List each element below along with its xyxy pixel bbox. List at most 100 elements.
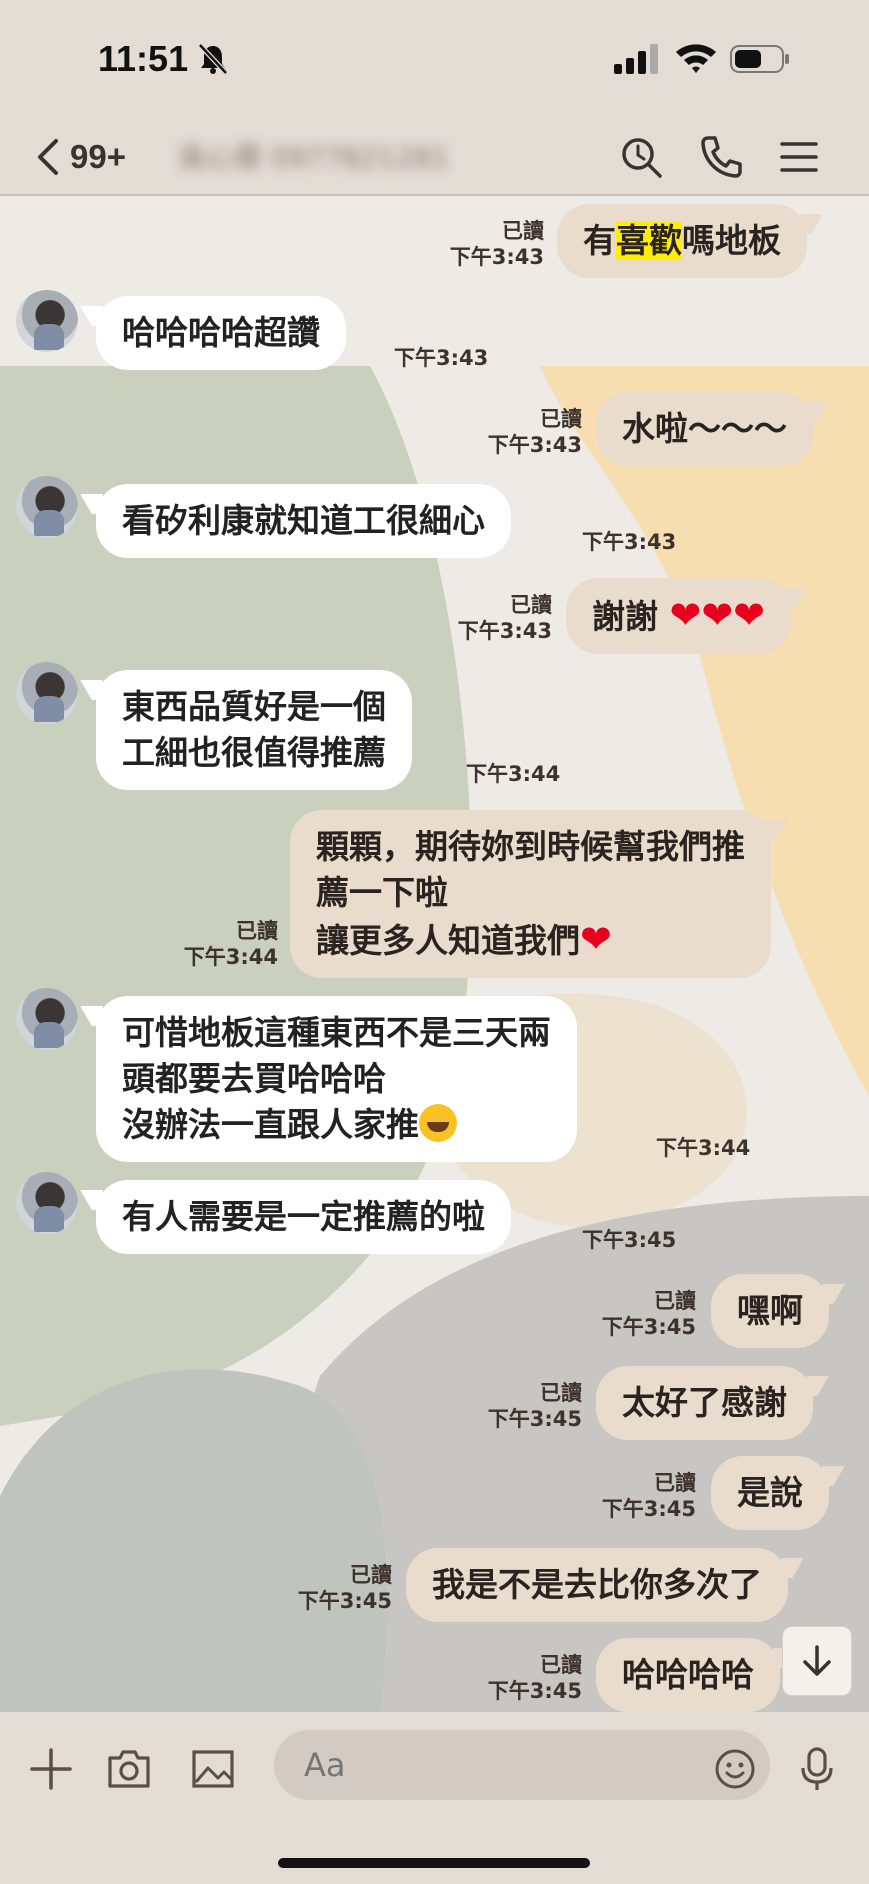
message-bubble-out[interactable]: 有喜歡嗎地板 [557,204,807,278]
read-receipt: 已讀 [540,407,582,431]
read-receipt: 已讀 [350,1563,392,1587]
message-text: 哈哈哈哈超讚 [122,313,320,352]
chat-area[interactable]: 已讀 下午3:43 有喜歡嗎地板 哈哈哈哈超讚 下午3:43 已讀 下午3:43… [0,196,869,1712]
signal-icon [614,44,658,74]
rofl-emoji-icon [419,1104,457,1142]
message-bubble-out[interactable]: 我是不是去比你多次了 [406,1548,788,1622]
avatar[interactable] [16,662,78,724]
read-receipt: 已讀 [654,1471,696,1495]
message-text: 水啦～～～ [622,409,787,448]
message-meta: 已讀 下午3:45 [278,1562,392,1614]
read-receipt: 已讀 [502,219,544,243]
read-receipt: 已讀 [540,1381,582,1405]
message-text: 太好了感謝 [622,1383,787,1422]
camera-icon[interactable] [104,1744,154,1794]
message-bubble-out[interactable]: 謝謝 ❤❤❤ [566,578,792,654]
read-receipt: 已讀 [654,1289,696,1313]
message-text: 嘿啊 [737,1291,803,1330]
message-bubble-out[interactable]: 嘿啊 [711,1274,829,1348]
heart-emoji-icon: ❤❤❤ [669,593,766,637]
read-receipt: 已讀 [510,593,552,617]
unread-count: 99+ [70,138,126,175]
message-time: 下午3:43 [394,346,489,370]
message-bubble-in[interactable]: 有人需要是一定推薦的啦 [96,1180,511,1254]
message-meta: 已讀 下午3:44 [164,918,278,970]
message-bubble-out[interactable]: 哈哈哈哈 [596,1638,780,1712]
message-meta: 已讀 下午3:45 [582,1470,696,1522]
message-meta: 已讀 下午3:43 [468,406,582,458]
avatar[interactable] [16,476,78,538]
arrow-down-icon [803,1645,831,1676]
message-bubble-in[interactable]: 看矽利康就知道工很細心 [96,484,511,558]
read-receipt: 已讀 [236,919,278,943]
message-text: 讓更多人知道我們 [316,921,580,960]
message-text: 有 [583,221,616,260]
chat-header: 99+ 吳心蓉 0977821281 [0,118,869,196]
message-time: 下午3:44 [656,1136,751,1160]
message-meta: 已讀 下午3:45 [582,1288,696,1340]
avatar[interactable] [16,988,78,1050]
search-icon[interactable] [616,132,666,182]
menu-icon[interactable] [774,132,824,182]
image-icon[interactable] [188,1744,238,1794]
bell-off-icon [198,43,228,75]
message-time: 下午3:45 [487,1407,582,1431]
message-text: 謝謝 [592,597,658,636]
message-text: 工細也很值得推薦 [122,733,386,772]
microphone-icon[interactable] [792,1744,842,1794]
message-time: 下午3:43 [449,245,544,269]
message-meta: 已讀 下午3:45 [468,1652,582,1704]
highlight-text: 喜歡 [616,221,682,260]
message-time: 下午3:43 [582,530,677,554]
status-bar: 11:51 [0,0,869,118]
battery-icon [730,45,789,73]
contact-name[interactable]: 吳心蓉 0977821281 [178,136,498,176]
chevron-left-icon [38,139,58,175]
message-text: 頭都要去買哈哈哈 [122,1059,386,1098]
message-text: 哈哈哈哈 [622,1655,754,1694]
message-text: 薦一下啦 [316,873,448,912]
message-bubble-out[interactable]: 太好了感謝 [596,1366,813,1440]
message-time: 下午3:44 [466,762,561,786]
back-button[interactable]: 99+ [34,134,154,180]
message-meta: 已讀 下午3:45 [468,1380,582,1432]
message-time: 下午3:43 [487,433,582,457]
message-bubble-out[interactable]: 水啦～～～ [596,392,813,466]
message-text: 看矽利康就知道工很細心 [122,501,485,540]
message-time: 下午3:44 [183,945,278,969]
message-text: 我是不是去比你多次了 [432,1565,762,1604]
message-text: 是說 [737,1473,803,1512]
message-time: 下午3:45 [601,1497,696,1521]
message-text: 嗎地板 [682,221,781,260]
message-text: 顆顆，期待妳到時候幫我們推 [316,827,745,866]
message-text: 東西品質好是一個 [122,687,386,726]
phone-icon[interactable] [696,132,746,182]
message-time: 下午3:45 [297,1589,392,1613]
message-bubble-out[interactable]: 是說 [711,1456,829,1530]
message-text: 有人需要是一定推薦的啦 [122,1197,485,1236]
home-indicator [278,1858,590,1868]
message-bubble-in[interactable]: 哈哈哈哈超讚 [96,296,346,370]
message-time: 下午3:45 [582,1228,677,1252]
plus-icon[interactable] [26,1744,76,1794]
message-bubble-out[interactable]: 顆顆，期待妳到時候幫我們推 薦一下啦 讓更多人知道我們❤ [290,810,771,978]
status-time: 11:51 [98,38,189,79]
message-text: 沒辦法一直跟人家推 [122,1105,419,1144]
avatar[interactable] [16,290,78,352]
message-time: 下午3:45 [601,1315,696,1339]
read-receipt: 已讀 [540,1653,582,1677]
message-meta: 已讀 下午3:43 [430,218,544,270]
message-meta: 已讀 下午3:43 [438,592,552,644]
message-input[interactable] [274,1730,770,1800]
message-text: 可惜地板這種東西不是三天兩 [122,1013,551,1052]
input-bar [0,1712,869,1884]
scroll-to-bottom-button[interactable] [782,1626,852,1696]
message-time: 下午3:43 [457,619,552,643]
heart-emoji-icon: ❤ [580,917,612,961]
avatar[interactable] [16,1172,78,1234]
wifi-icon [676,44,716,73]
emoji-icon[interactable] [710,1744,760,1794]
message-bubble-in[interactable]: 可惜地板這種東西不是三天兩 頭都要去買哈哈哈 沒辦法一直跟人家推 [96,996,577,1162]
message-bubble-in[interactable]: 東西品質好是一個 工細也很值得推薦 [96,670,412,790]
message-time: 下午3:45 [487,1679,582,1703]
